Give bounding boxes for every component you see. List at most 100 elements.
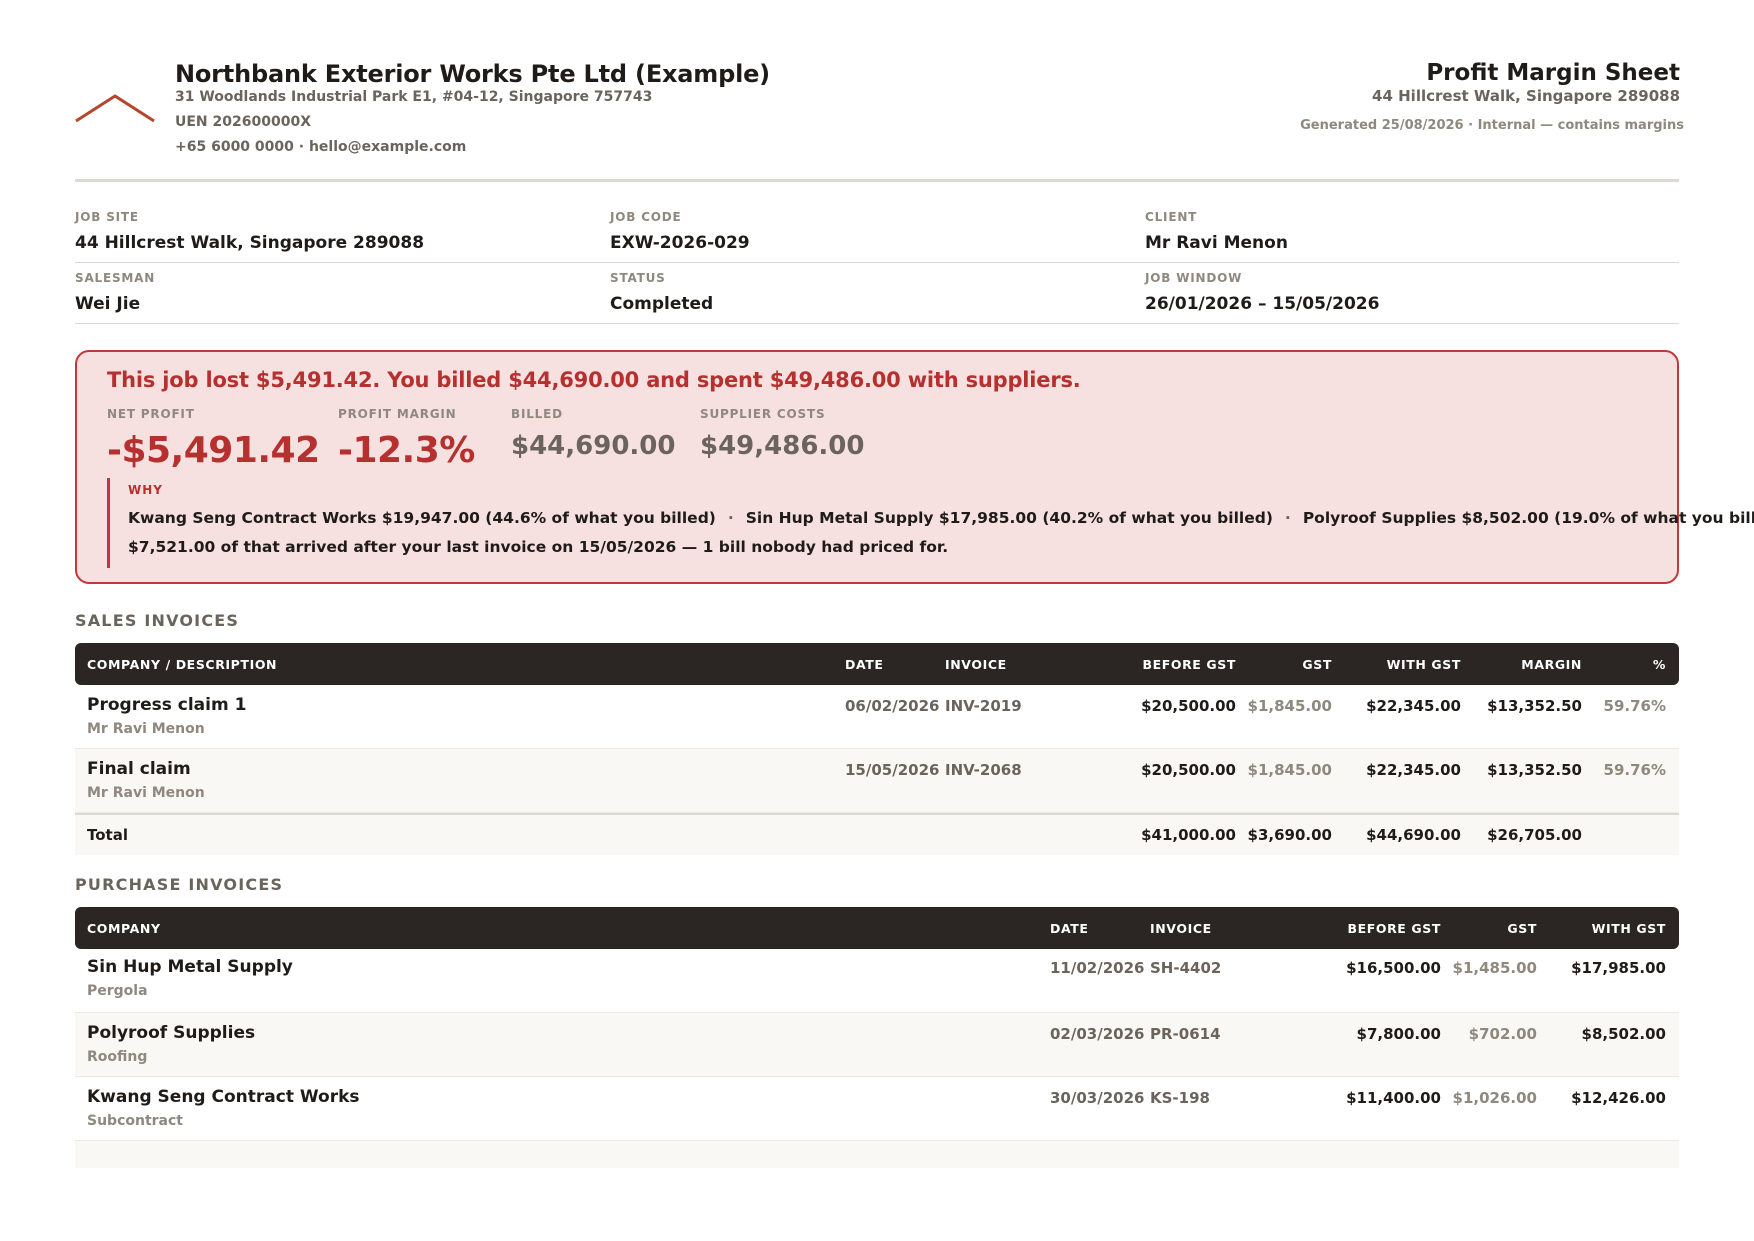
job-window-label: JOB WINDOW bbox=[1145, 271, 1243, 285]
row-description: Polyroof Supplies Roofing bbox=[75, 1023, 1050, 1065]
row-date: 02/03/2026 bbox=[1050, 1025, 1145, 1043]
purchase-invoices-table: COMPANY DATE INVOICE BEFORE GST GST WITH… bbox=[75, 907, 1679, 1168]
alert-headline: This job lost $5,491.42. You billed $44,… bbox=[107, 368, 1081, 392]
table-row: Polyroof Supplies Roofing 02/03/2026 PR-… bbox=[75, 1013, 1679, 1077]
row-description: Sin Hup Metal Supply Pergola bbox=[75, 957, 1050, 999]
col-date: DATE bbox=[1050, 920, 1089, 936]
purchase-table-header: COMPANY DATE INVOICE BEFORE GST GST WITH… bbox=[75, 907, 1679, 949]
col-invoice: INVOICE bbox=[1150, 920, 1212, 936]
col-gst: GST bbox=[1302, 656, 1332, 672]
job-info-grid: JOB SITE 44 Hillcrest Walk, Singapore 28… bbox=[75, 202, 1679, 324]
why-cost-breakdown: Kwang Seng Contract Works $19,947.00 (44… bbox=[128, 509, 1754, 527]
table-row: Sin Hup Metal Supply Pergola 11/02/2026 … bbox=[75, 949, 1679, 1013]
row-gst: $1,485.00 bbox=[1452, 959, 1537, 977]
row-description: Progress claim 1 Mr Ravi Menon bbox=[75, 695, 845, 737]
row-percent: 59.76% bbox=[1603, 697, 1666, 715]
row-title: Final claim bbox=[87, 759, 191, 779]
job-code-field: JOB CODE EXW-2026-029 bbox=[610, 202, 1145, 263]
salesman-label: SALESMAN bbox=[75, 271, 156, 285]
job-site-field: JOB SITE 44 Hillcrest Walk, Singapore 28… bbox=[75, 202, 610, 263]
table-footer-strip bbox=[75, 1141, 1679, 1168]
row-category: Subcontract bbox=[87, 1113, 183, 1129]
why-label: WHY bbox=[128, 483, 163, 497]
total-with-gst: $44,690.00 bbox=[1366, 826, 1461, 844]
supplier-costs-value: $49,486.00 bbox=[700, 431, 865, 461]
why-note: $7,521.00 of that arrived after your las… bbox=[128, 538, 949, 556]
row-margin: $13,352.50 bbox=[1487, 761, 1582, 779]
why-explanation: WHY Kwang Seng Contract Works $19,947.00… bbox=[107, 478, 1754, 568]
col-percent: % bbox=[1652, 656, 1666, 672]
row-before-gst: $20,500.00 bbox=[1141, 697, 1236, 715]
job-code-value: EXW-2026-029 bbox=[610, 233, 750, 253]
generated-meta: Generated 25/08/2026 · Internal — contai… bbox=[1300, 118, 1684, 133]
sales-table-header: COMPANY / DESCRIPTION DATE INVOICE BEFOR… bbox=[75, 643, 1679, 685]
status-label: STATUS bbox=[610, 271, 666, 285]
row-gst: $1,026.00 bbox=[1452, 1089, 1537, 1107]
job-code-label: JOB CODE bbox=[610, 210, 682, 224]
table-row: Kwang Seng Contract Works Subcontract 30… bbox=[75, 1077, 1679, 1141]
table-row: Final claim Mr Ravi Menon 15/05/2026 INV… bbox=[75, 749, 1679, 813]
row-category: Pergola bbox=[87, 983, 148, 999]
row-date: 06/02/2026 bbox=[845, 697, 940, 715]
net-profit-value: -$5,491.42 bbox=[107, 430, 320, 471]
row-percent: 59.76% bbox=[1603, 761, 1666, 779]
document-title-block: Profit Margin Sheet 44 Hillcrest Walk, S… bbox=[1372, 60, 1680, 105]
company-uen: UEN 202600000X bbox=[175, 114, 311, 130]
total-before-gst: $41,000.00 bbox=[1141, 826, 1236, 844]
salesman-field: SALESMAN Wei Jie bbox=[75, 263, 610, 324]
client-field: CLIENT Mr Ravi Menon bbox=[1145, 202, 1679, 263]
header-divider bbox=[75, 179, 1679, 182]
roof-chevron-icon bbox=[75, 94, 155, 123]
page-subtitle: 44 Hillcrest Walk, Singapore 289088 bbox=[1372, 87, 1680, 105]
net-profit-metric: NET PROFIT -$5,491.42 bbox=[107, 407, 320, 471]
net-profit-label: NET PROFIT bbox=[107, 407, 195, 421]
row-category: Roofing bbox=[87, 1049, 148, 1065]
client-label: CLIENT bbox=[1145, 210, 1198, 224]
row-title: Kwang Seng Contract Works bbox=[87, 1087, 360, 1107]
status-field: STATUS Completed bbox=[610, 263, 1145, 324]
company-block: Northbank Exterior Works Pte Ltd (Exampl… bbox=[175, 60, 770, 155]
row-description: Final claim Mr Ravi Menon bbox=[75, 759, 845, 801]
job-site-label: JOB SITE bbox=[75, 210, 139, 224]
client-value: Mr Ravi Menon bbox=[1145, 233, 1288, 253]
job-window-field: JOB WINDOW 26/01/2026 – 15/05/2026 bbox=[1145, 263, 1679, 324]
row-margin: $13,352.50 bbox=[1487, 697, 1582, 715]
row-with-gst: $8,502.00 bbox=[1581, 1025, 1666, 1043]
row-date: 15/05/2026 bbox=[845, 761, 940, 779]
why-item-1: Kwang Seng Contract Works $19,947.00 (44… bbox=[128, 509, 716, 527]
row-description: Kwang Seng Contract Works Subcontract bbox=[75, 1087, 1050, 1129]
row-title: Sin Hup Metal Supply bbox=[87, 957, 293, 977]
row-client: Mr Ravi Menon bbox=[87, 785, 205, 801]
row-before-gst: $16,500.00 bbox=[1346, 959, 1441, 977]
salesman-value: Wei Jie bbox=[75, 294, 141, 314]
row-title: Polyroof Supplies bbox=[87, 1023, 256, 1043]
total-margin: $26,705.00 bbox=[1487, 826, 1582, 844]
profit-margin-metric: PROFIT MARGIN -12.3% bbox=[338, 407, 475, 471]
row-with-gst: $12,426.00 bbox=[1571, 1089, 1666, 1107]
row-invoice: PR-0614 bbox=[1150, 1025, 1221, 1043]
col-date: DATE bbox=[845, 656, 884, 672]
row-gst: $702.00 bbox=[1468, 1025, 1537, 1043]
col-company-description: COMPANY / DESCRIPTION bbox=[87, 656, 278, 672]
row-before-gst: $11,400.00 bbox=[1346, 1089, 1441, 1107]
job-site-value: 44 Hillcrest Walk, Singapore 289088 bbox=[75, 233, 425, 253]
row-gst: $1,845.00 bbox=[1247, 697, 1332, 715]
why-separator: · bbox=[1284, 509, 1291, 527]
row-with-gst: $22,345.00 bbox=[1366, 697, 1461, 715]
table-row: Progress claim 1 Mr Ravi Menon 06/02/202… bbox=[75, 685, 1679, 749]
row-date: 11/02/2026 bbox=[1050, 959, 1145, 977]
purchase-invoices-heading: PURCHASE INVOICES bbox=[75, 875, 284, 894]
row-invoice: KS-198 bbox=[1150, 1089, 1210, 1107]
row-with-gst: $17,985.00 bbox=[1571, 959, 1666, 977]
company-name: Northbank Exterior Works Pte Ltd (Exampl… bbox=[175, 60, 770, 88]
row-title: Progress claim 1 bbox=[87, 695, 247, 715]
supplier-costs-label: SUPPLIER COSTS bbox=[700, 407, 826, 421]
col-with-gst: WITH GST bbox=[1591, 920, 1666, 936]
row-date: 30/03/2026 bbox=[1050, 1089, 1145, 1107]
page-title: Profit Margin Sheet bbox=[1426, 60, 1680, 86]
sales-invoices-heading: SALES INVOICES bbox=[75, 611, 240, 630]
sales-total-row: Total $41,000.00 $3,690.00 $44,690.00 $2… bbox=[75, 813, 1679, 855]
supplier-costs-metric: SUPPLIER COSTS $49,486.00 bbox=[700, 407, 864, 461]
col-before-gst: BEFORE GST bbox=[1347, 920, 1441, 936]
row-invoice: INV-2019 bbox=[945, 697, 1022, 715]
